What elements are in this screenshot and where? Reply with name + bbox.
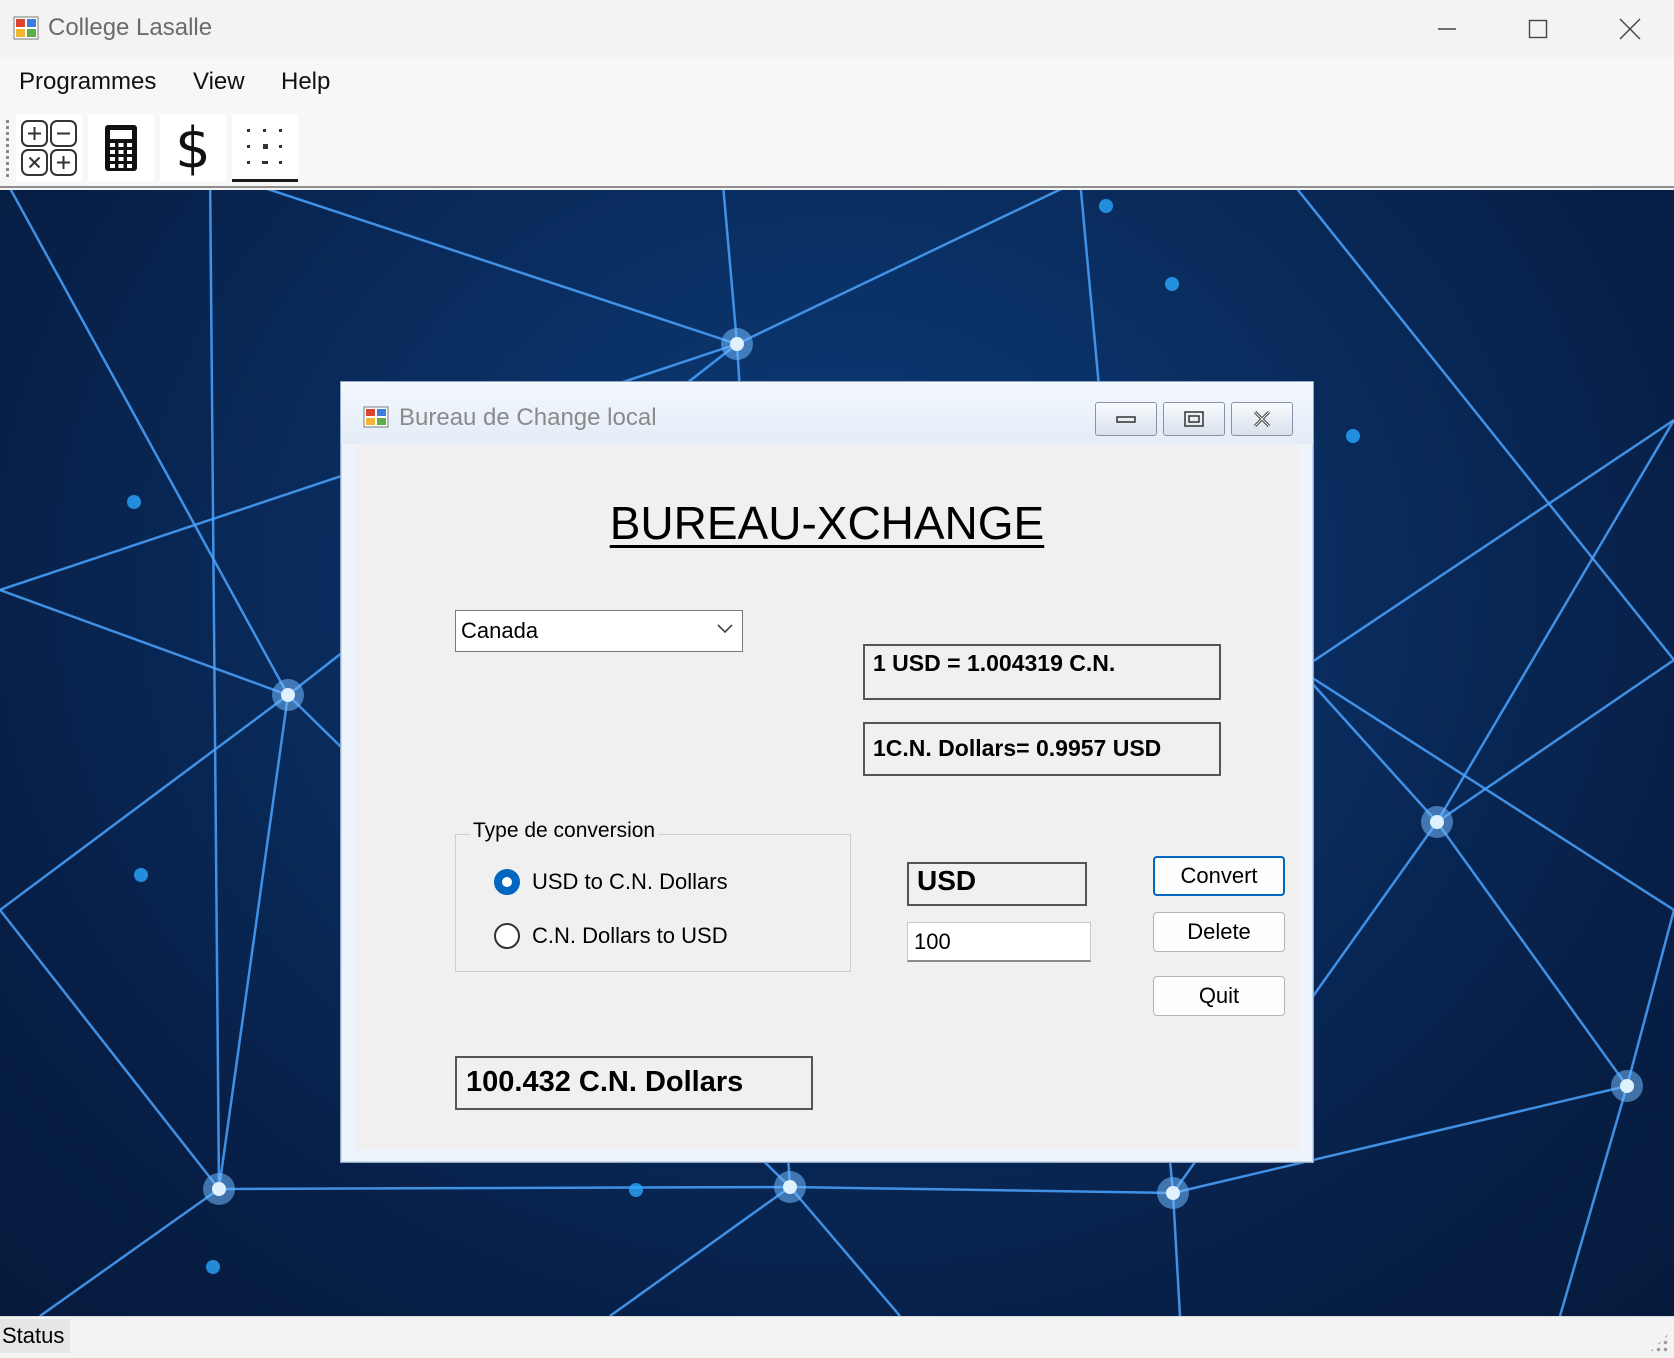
toolbar-grip[interactable]: [6, 120, 9, 180]
network-node: [1166, 1186, 1180, 1200]
background-sparkle: [1099, 199, 1113, 213]
status-label: Status: [0, 1319, 71, 1353]
network-line: [609, 1185, 791, 1316]
network-line: [1296, 190, 1674, 661]
window-title: College Lasalle: [48, 14, 213, 41]
svg-text:$: $: [175, 117, 211, 179]
child-minimize-button[interactable]: [1095, 402, 1157, 436]
close-icon: [1253, 410, 1271, 428]
background-sparkle: [629, 1183, 643, 1197]
background-sparkle: [1165, 277, 1179, 291]
network-line: [789, 1186, 901, 1316]
minimize-icon: [1438, 28, 1456, 30]
page-title: BUREAU-XCHANGE: [609, 497, 1045, 549]
maximize-icon: [1528, 19, 1548, 39]
network-line: [218, 1185, 791, 1191]
result-label: 100.432 C.N. Dollars: [455, 1056, 813, 1110]
network-line: [1435, 419, 1674, 823]
minimize-button[interactable]: [1403, 0, 1491, 58]
network-line: [722, 190, 739, 345]
network-node: [1430, 815, 1444, 829]
child-window-icon: [363, 406, 389, 428]
network-line: [1625, 909, 1674, 1087]
title-bar: College Lasalle: [0, 0, 1674, 58]
network-node: [1620, 1079, 1634, 1093]
radio-unchecked-icon[interactable]: [494, 923, 520, 949]
network-line: [789, 1185, 1174, 1195]
network-line: [1436, 658, 1674, 824]
background-sparkle: [134, 868, 148, 882]
network-line: [1171, 1192, 1182, 1316]
dollar-icon: $: [175, 117, 211, 179]
bureau-de-change-window[interactable]: Bureau de Change local BUREAU-XCHANGE Ca…: [340, 381, 1314, 1163]
rate-cn-to-usd-label: 1C.N. Dollars= 0.9957 USD: [863, 722, 1221, 776]
child-window-title: Bureau de Change local: [399, 404, 657, 431]
background-sparkle: [206, 1260, 220, 1274]
network-node: [730, 337, 744, 351]
network-node: [783, 1180, 797, 1194]
country-select[interactable]: Canada: [455, 610, 743, 652]
child-title-bar[interactable]: Bureau de Change local: [341, 382, 1313, 444]
menu-help[interactable]: Help: [281, 68, 330, 96]
background-sparkle: [1346, 429, 1360, 443]
network-line: [0, 909, 220, 1190]
dot-grid-icon: [247, 128, 282, 164]
network-node: [212, 1182, 226, 1196]
network-line: [1558, 1085, 1629, 1316]
restore-icon: [1184, 411, 1204, 427]
toolbar: $: [0, 108, 1674, 188]
conversion-type-legend: Type de conversion: [470, 819, 659, 843]
close-icon: [1619, 18, 1641, 40]
radio-usd-to-cn[interactable]: USD to C.N. Dollars: [494, 869, 728, 895]
radio-usd-to-cn-label: USD to C.N. Dollars: [532, 869, 728, 894]
conversion-type-group: Type de conversion USD to C.N. Dollars C…: [455, 819, 851, 972]
amount-input[interactable]: [907, 922, 1091, 962]
status-bar: Status: [0, 1316, 1674, 1358]
toolbar-currency-button[interactable]: $: [160, 114, 226, 182]
currency-label: USD: [907, 862, 1087, 906]
menu-view[interactable]: View: [193, 68, 245, 96]
network-line: [1299, 668, 1674, 912]
network-node: [281, 688, 295, 702]
child-close-button[interactable]: [1231, 402, 1293, 436]
convert-button[interactable]: Convert: [1153, 856, 1285, 896]
toolbar-grid-button[interactable]: [232, 114, 298, 182]
network-line: [39, 1187, 220, 1316]
rate-usd-to-cn-label: 1 USD = 1.004319 C.N.: [863, 644, 1221, 700]
toolbar-math-button[interactable]: [16, 114, 82, 182]
network-line: [1299, 418, 1674, 672]
network-line: [736, 190, 1062, 346]
delete-button[interactable]: Delete: [1153, 912, 1285, 952]
radio-cn-to-usd-label: C.N. Dollars to USD: [532, 923, 728, 948]
radio-checked-icon[interactable]: [494, 869, 520, 895]
country-select-value: Canada: [461, 618, 539, 643]
menu-programmes[interactable]: Programmes: [19, 68, 156, 96]
chevron-down-icon: [717, 624, 733, 634]
child-client-area: BUREAU-XCHANGE Canada 1 USD = 1.004319 C…: [355, 444, 1299, 1150]
maximize-button[interactable]: [1494, 0, 1582, 58]
resize-grip-icon[interactable]: [1648, 1332, 1670, 1354]
math-operations-icon: [21, 120, 77, 176]
menu-bar: Programmes View Help: [0, 58, 1674, 108]
minimize-icon: [1116, 416, 1136, 423]
background-sparkle: [127, 495, 141, 509]
app-window-icon: [13, 16, 39, 40]
network-line: [0, 588, 289, 697]
network-line: [217, 694, 290, 1190]
child-restore-button[interactable]: [1163, 402, 1225, 436]
network-line: [208, 190, 221, 1190]
quit-button[interactable]: Quit: [1153, 976, 1285, 1016]
network-line: [266, 190, 738, 346]
close-button[interactable]: [1586, 0, 1674, 58]
toolbar-calculator-button[interactable]: [88, 114, 154, 182]
network-line: [9, 190, 290, 696]
radio-cn-to-usd[interactable]: C.N. Dollars to USD: [494, 923, 728, 949]
calculator-icon: [105, 125, 137, 171]
